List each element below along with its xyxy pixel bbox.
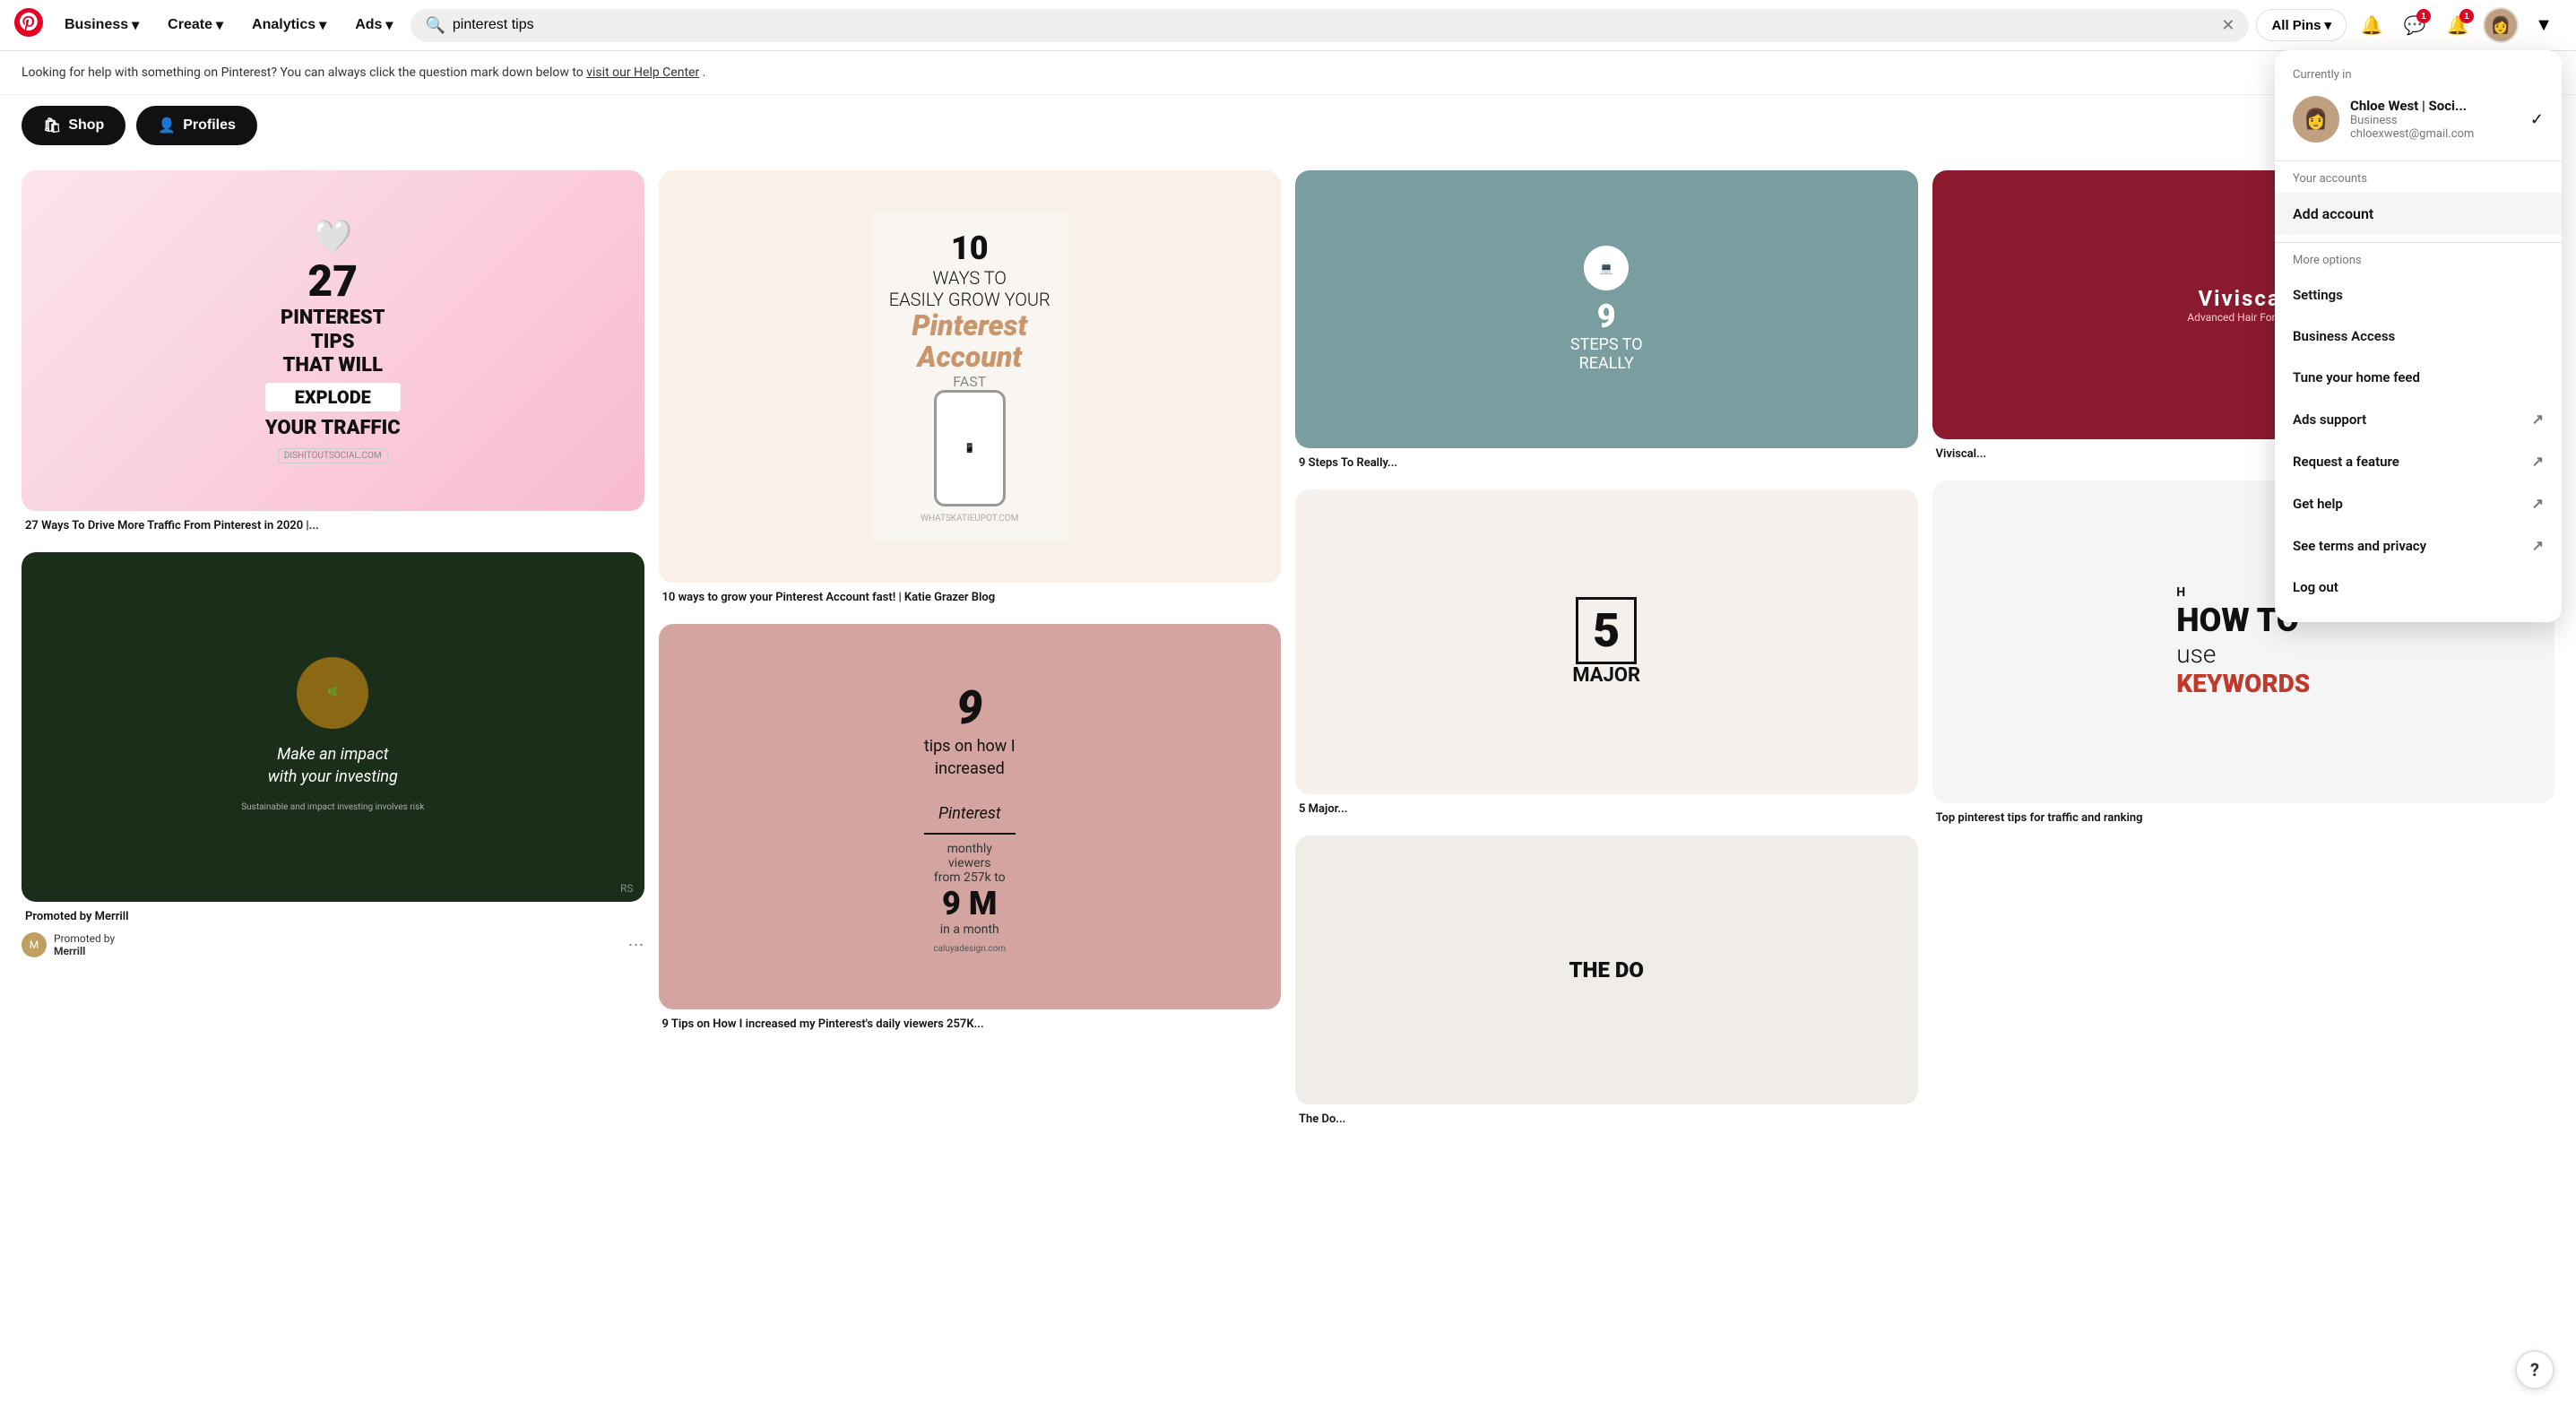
add-account-item[interactable]: Add account	[2275, 193, 2562, 235]
external-link-icon: ↗	[2532, 453, 2544, 470]
add-account-label: Add account	[2293, 205, 2373, 222]
terms-privacy-item[interactable]: See terms and privacy ↗	[2275, 524, 2562, 567]
settings-item[interactable]: Settings	[2275, 274, 2562, 316]
currently-in-label: Currently in	[2275, 65, 2562, 89]
account-info: Chloe West | Soci... Business chloexwest…	[2350, 98, 2520, 141]
dropdown-overlay[interactable]: Currently in 👩 Chloe West | Soci... Busi…	[0, 0, 2576, 1411]
dropdown-menu: Currently in 👩 Chloe West | Soci... Busi…	[2275, 50, 2562, 622]
account-email: chloexwest@gmail.com	[2350, 127, 2520, 141]
more-options-label: More options	[2275, 250, 2562, 274]
account-type: Business	[2350, 114, 2520, 127]
checkmark-icon: ✓	[2530, 110, 2544, 129]
get-help-item[interactable]: Get help ↗	[2275, 482, 2562, 524]
external-link-icon: ↗	[2532, 537, 2544, 554]
business-access-item[interactable]: Business Access	[2275, 316, 2562, 357]
account-row[interactable]: 👩 Chloe West | Soci... Business chloexwe…	[2275, 89, 2562, 153]
ads-support-item[interactable]: Ads support ↗	[2275, 398, 2562, 440]
logout-item[interactable]: Log out	[2275, 567, 2562, 608]
external-link-icon: ↗	[2532, 411, 2544, 428]
your-accounts-label: Your accounts	[2275, 169, 2562, 193]
external-link-icon: ↗	[2532, 495, 2544, 512]
divider	[2275, 242, 2562, 243]
tune-feed-item[interactable]: Tune your home feed	[2275, 357, 2562, 398]
request-feature-item[interactable]: Request a feature ↗	[2275, 440, 2562, 482]
divider	[2275, 160, 2562, 161]
dropdown-avatar: 👩	[2293, 96, 2339, 143]
account-name: Chloe West | Soci...	[2350, 98, 2520, 114]
